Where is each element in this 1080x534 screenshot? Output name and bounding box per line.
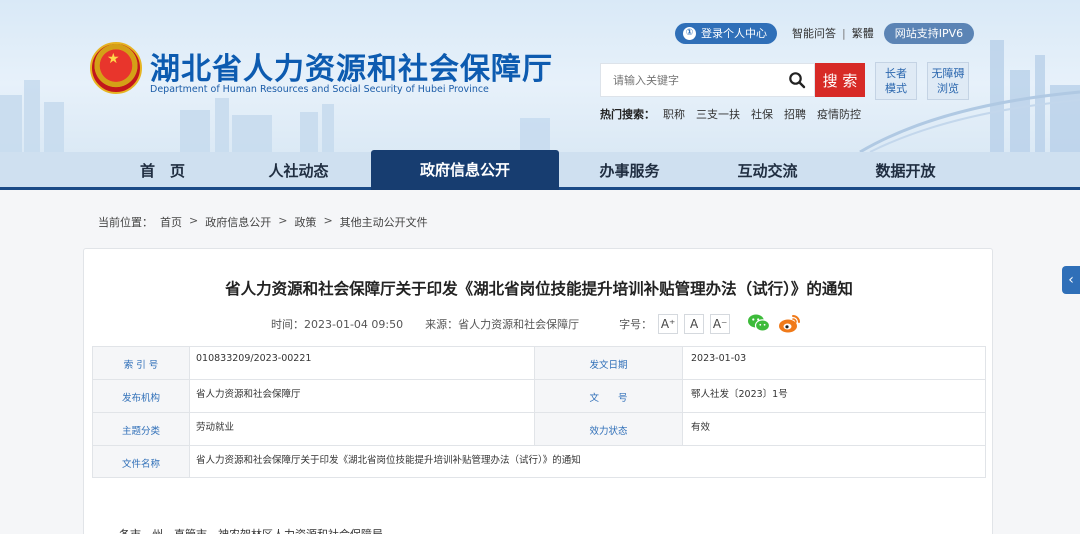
hot-term[interactable]: 疫情防控 bbox=[817, 106, 861, 122]
article-meta: 时间： 2023-01-04 09:50 来源： 省人力资源和社会保障厅 字号：… bbox=[271, 313, 731, 335]
accessible-label-line1: 无障碍 bbox=[931, 67, 965, 80]
hot-term[interactable]: 社保 bbox=[751, 106, 773, 122]
hot-term[interactable]: 三支一扶 bbox=[696, 106, 740, 122]
article-card: 省人力资源和社会保障厅关于印发《湖北省岗位技能提升培训补贴管理办法（试行）》的通… bbox=[83, 248, 993, 534]
accessible-browse-button[interactable]: 无障碍 浏览 bbox=[927, 62, 969, 100]
file-name-value: 省人力资源和社会保障厅关于印发《湖北省岗位技能提升培训补贴管理办法（试行）》的通… bbox=[189, 445, 986, 478]
article-title: 省人力资源和社会保障厅关于印发《湖北省岗位技能提升培训补贴管理办法（试行）》的通… bbox=[225, 280, 853, 298]
breadcrumb-separator: > bbox=[189, 214, 199, 227]
nav-services[interactable]: 办事服务 bbox=[567, 152, 692, 190]
nav-open-data[interactable]: 数据开放 bbox=[843, 152, 968, 190]
site-title[interactable]: 湖北省人力资源和社会保障厅 bbox=[150, 44, 553, 88]
font-normal-button[interactable]: A bbox=[684, 314, 705, 334]
login-personal-center-button[interactable]: ① 登录个人中心 bbox=[675, 22, 777, 44]
user-icon: ① bbox=[683, 26, 696, 40]
doc-number-value: 鄂人社发〔2023〕1号 bbox=[682, 379, 986, 413]
top-links: ① 登录个人中心 智能问答 | 繁體 网站支持IPV6 bbox=[675, 22, 975, 44]
site-header: ★ 湖北省人力资源和社会保障厅 Department of Human Reso… bbox=[0, 0, 1080, 152]
elder-mode-label-line1: 长者 bbox=[885, 67, 907, 80]
article-source: 省人力资源和社会保障厅 bbox=[458, 318, 580, 331]
font-increase-button[interactable]: A⁺ bbox=[658, 314, 679, 334]
nav-interaction[interactable]: 互动交流 bbox=[705, 152, 830, 190]
publish-time: 2023-01-04 09:50 bbox=[304, 317, 404, 331]
doc-number-label: 文 号 bbox=[534, 379, 683, 413]
site-subtitle: Department of Human Resources and Social… bbox=[150, 84, 489, 95]
traditional-chinese-link[interactable]: 繁體 bbox=[852, 25, 874, 41]
nav-home[interactable]: 首 页 bbox=[100, 152, 225, 190]
hot-term[interactable]: 职称 bbox=[663, 106, 685, 122]
breadcrumb-item-gov-info[interactable]: 政府信息公开 bbox=[205, 214, 271, 230]
search-icon[interactable] bbox=[788, 71, 806, 89]
document-info-table: 索 引 号 010833209/2023-00221 发文日期 2023-01-… bbox=[92, 346, 986, 478]
table-row: 主题分类 劳动就业 效力状态 有效 bbox=[92, 412, 986, 446]
main-nav: 首 页 人社动态 政府信息公开 办事服务 互动交流 数据开放 bbox=[0, 150, 1080, 190]
wechat-share-icon[interactable] bbox=[747, 312, 771, 334]
issuing-org-value: 省人力资源和社会保障厅 bbox=[189, 379, 535, 413]
article-body-text: 各市、州、直管市、神农架林区人力资源和社会保障局 bbox=[119, 526, 383, 534]
side-collapse-tab[interactable]: ‹ bbox=[1062, 266, 1080, 294]
index-no-label: 索 引 号 bbox=[92, 346, 190, 380]
nav-gov-info-disclosure[interactable]: 政府信息公开 bbox=[371, 150, 559, 190]
source-label: 来源： bbox=[425, 318, 459, 331]
file-name-label: 文件名称 bbox=[92, 445, 190, 478]
time-label: 时间： bbox=[271, 318, 304, 331]
breadcrumb: 当前位置： 首页 > 政府信息公开 > 政策 > 其他主动公开文件 bbox=[98, 214, 428, 230]
smart-qa-link[interactable]: 智能问答 bbox=[792, 25, 836, 41]
hot-search: 热门搜索： 职称 三支一扶 社保 招聘 疫情防控 bbox=[600, 106, 861, 122]
table-row: 索 引 号 010833209/2023-00221 发文日期 2023-01-… bbox=[92, 346, 986, 380]
issue-date-label: 发文日期 bbox=[534, 346, 683, 380]
national-emblem-icon: ★ bbox=[90, 42, 142, 94]
elder-mode-button[interactable]: 长者 模式 bbox=[875, 62, 917, 100]
elder-mode-label-line2: 模式 bbox=[885, 82, 907, 95]
breadcrumb-separator: > bbox=[278, 214, 288, 227]
nav-hr-news[interactable]: 人社动态 bbox=[236, 152, 361, 190]
table-row: 发布机构 省人力资源和社会保障厅 文 号 鄂人社发〔2023〕1号 bbox=[92, 379, 986, 413]
table-row: 文件名称 省人力资源和社会保障厅关于印发《湖北省岗位技能提升培训补贴管理办法（试… bbox=[92, 445, 986, 478]
weibo-share-icon[interactable] bbox=[778, 312, 802, 334]
issuing-org-label: 发布机构 bbox=[92, 379, 190, 413]
accessible-label-line2: 浏览 bbox=[937, 82, 959, 95]
chevron-left-icon: ‹ bbox=[1068, 272, 1074, 288]
ipv6-badge: 网站支持IPV6 bbox=[883, 22, 975, 44]
breadcrumb-separator: > bbox=[323, 214, 333, 227]
hot-search-label: 热门搜索： bbox=[600, 108, 655, 121]
breadcrumb-item-other-files[interactable]: 其他主动公开文件 bbox=[340, 214, 428, 230]
font-decrease-button[interactable]: A⁻ bbox=[710, 314, 731, 334]
breadcrumb-item-home[interactable]: 首页 bbox=[160, 214, 182, 230]
issue-date-value: 2023-01-03 bbox=[682, 346, 986, 380]
search-input[interactable] bbox=[601, 64, 776, 96]
topic-value: 劳动就业 bbox=[189, 412, 535, 446]
font-size-label: 字号： bbox=[619, 318, 653, 331]
breadcrumb-item-policy[interactable]: 政策 bbox=[294, 214, 316, 230]
breadcrumb-label: 当前位置： bbox=[98, 216, 153, 229]
search-box bbox=[600, 63, 815, 97]
hot-term[interactable]: 招聘 bbox=[784, 106, 806, 122]
validity-label: 效力状态 bbox=[534, 412, 683, 446]
validity-value: 有效 bbox=[682, 412, 986, 446]
search-button[interactable]: 搜 索 bbox=[815, 63, 865, 97]
index-no-value: 010833209/2023-00221 bbox=[189, 346, 535, 380]
login-label: 登录个人中心 bbox=[701, 27, 767, 40]
link-separator: | bbox=[842, 26, 846, 40]
topic-label: 主题分类 bbox=[92, 412, 190, 446]
